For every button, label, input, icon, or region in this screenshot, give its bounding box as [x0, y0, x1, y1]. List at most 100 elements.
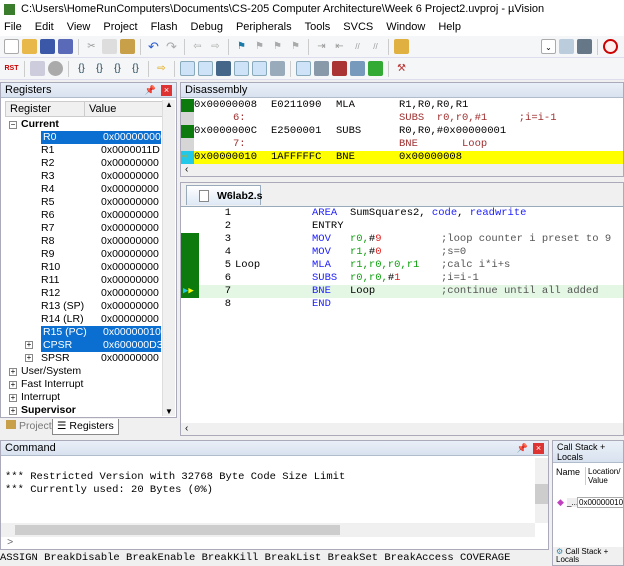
tab-registers[interactable]: ☰ Registers	[52, 419, 119, 435]
coverage-marker[interactable]	[181, 298, 199, 311]
toolbox-icon[interactable]: ⚒	[394, 61, 409, 76]
paste-icon[interactable]	[120, 39, 135, 54]
coverage-marker[interactable]	[181, 272, 199, 285]
memory-window-icon[interactable]	[296, 61, 311, 76]
menu-flash[interactable]: Flash	[151, 21, 178, 33]
register-row[interactable]: R15 (PC) 0x00000010	[41, 326, 161, 339]
register-value[interactable]: 0x00000000	[101, 300, 159, 312]
menu-edit[interactable]: Edit	[35, 21, 54, 33]
target-options-icon[interactable]	[559, 39, 574, 54]
cut-icon[interactable]: ✂	[84, 39, 99, 54]
save-icon[interactable]	[40, 39, 55, 54]
register-group-current[interactable]: − Current	[9, 118, 59, 131]
register-row[interactable]: + SPSR 0x00000000	[25, 352, 159, 365]
target-dropdown[interactable]: ⌄	[541, 39, 556, 54]
register-value[interactable]: 0x00000000	[101, 183, 159, 195]
system-viewer-icon[interactable]	[368, 61, 383, 76]
expand-icon[interactable]: +	[9, 381, 17, 389]
coverage-marker[interactable]	[181, 233, 199, 246]
menu-peripherals[interactable]: Peripherals	[236, 21, 292, 33]
code-line[interactable]: 5 Loop MLA r1,r0,r0,r1 ;calc i*i+s	[181, 259, 623, 272]
code-line[interactable]: 4 MOV r1,#0 ;s=0	[181, 246, 623, 259]
unindent-icon[interactable]: ⇤	[332, 39, 347, 54]
bookmark-next-icon[interactable]: ⚑	[270, 39, 285, 54]
command-window-icon[interactable]	[180, 61, 195, 76]
register-row[interactable]: R3 0x00000000	[41, 170, 159, 183]
gutter-marker[interactable]	[181, 99, 194, 112]
menu-view[interactable]: View	[67, 21, 91, 33]
menu-file[interactable]: File	[4, 21, 22, 33]
register-mode-group[interactable]: + Supervisor	[9, 404, 76, 417]
undo-icon[interactable]: ↶	[146, 39, 161, 54]
register-row[interactable]: R4 0x00000000	[41, 183, 159, 196]
run-icon[interactable]	[30, 61, 45, 76]
show-next-statement-icon[interactable]: ⇨	[154, 61, 169, 76]
code-line[interactable]: 1 AREA SumSquares2, code, readwrite	[181, 207, 623, 220]
trace-window-icon[interactable]	[350, 61, 365, 76]
bookmark-clear-icon[interactable]: ⚑	[288, 39, 303, 54]
register-value[interactable]: 0x00000000	[103, 131, 161, 143]
register-mode-group[interactable]: + Fast Interrupt	[9, 378, 83, 391]
register-value[interactable]: 0x00000000	[101, 352, 159, 364]
gutter-marker[interactable]	[181, 112, 194, 125]
expand-icon[interactable]: +	[9, 368, 17, 376]
registers-scrollbar[interactable]: ▲ ▼	[162, 100, 175, 416]
bookmark-prev-icon[interactable]: ⚑	[252, 39, 267, 54]
code-line[interactable]: 6 SUBS r0,r0,#1 ;i=i-1	[181, 272, 623, 285]
disassembly-instruction-line[interactable]: ⇨ 0x00000010 1AFFFFFC BNE 0x00000008	[181, 151, 623, 164]
manage-components-icon[interactable]	[577, 39, 592, 54]
register-value[interactable]: 0x00000000	[101, 222, 159, 234]
save-all-icon[interactable]	[58, 39, 73, 54]
collapse-icon[interactable]: −	[9, 121, 17, 129]
register-row[interactable]: R8 0x00000000	[41, 235, 159, 248]
register-row[interactable]: R14 (LR) 0x00000000	[41, 313, 159, 326]
find-in-files-icon[interactable]	[394, 39, 409, 54]
register-row[interactable]: R9 0x00000000	[41, 248, 159, 261]
serial-window-icon[interactable]	[314, 61, 329, 76]
register-value[interactable]: 0x00000000	[101, 196, 159, 208]
menu-project[interactable]: Project	[103, 21, 137, 33]
close-icon[interactable]: ×	[533, 443, 544, 454]
nav-forward-icon[interactable]: ⇨	[208, 39, 223, 54]
editor-hscrollbar[interactable]: ‹	[181, 423, 623, 435]
column-register[interactable]: Register	[6, 102, 85, 116]
register-row[interactable]: R12 0x00000000	[41, 287, 159, 300]
symbols-window-icon[interactable]	[216, 61, 231, 76]
gutter-marker[interactable]	[181, 125, 194, 138]
code-line[interactable]: 2 ENTRY	[181, 220, 623, 233]
reset-icon[interactable]: RST	[4, 61, 19, 76]
expand-icon[interactable]: +	[9, 407, 17, 415]
register-row[interactable]: R13 (SP) 0x00000000	[41, 300, 159, 313]
debug-session-icon[interactable]	[603, 39, 618, 54]
new-file-icon[interactable]	[4, 39, 19, 54]
command-vscrollbar[interactable]	[535, 458, 548, 523]
bookmark-icon[interactable]: ⚑	[234, 39, 249, 54]
disassembly-hscrollbar[interactable]: ‹	[181, 164, 623, 176]
step-over-icon[interactable]: {}	[92, 61, 107, 76]
tab-project[interactable]: Project	[2, 419, 56, 435]
tab-w6lab2-s[interactable]: W6lab2.s	[186, 185, 263, 205]
column-location[interactable]: Location/Value	[585, 467, 623, 485]
expand-icon[interactable]: +	[25, 341, 33, 349]
register-value[interactable]: 0x600000D3	[103, 339, 163, 351]
step-out-icon[interactable]: {}	[110, 61, 125, 76]
run-to-cursor-icon[interactable]: {}	[128, 61, 143, 76]
redo-icon[interactable]: ↷	[164, 39, 179, 54]
register-value[interactable]: 0x00000000	[101, 235, 159, 247]
register-value[interactable]: 0x00000000	[101, 248, 159, 260]
tab-call-stack[interactable]: ⚙ Call Stack + Locals	[553, 547, 623, 565]
open-folder-icon[interactable]	[22, 39, 37, 54]
code-line[interactable]: 8 END	[181, 298, 623, 311]
coverage-marker[interactable]	[181, 246, 199, 259]
gutter-marker[interactable]	[181, 138, 194, 151]
register-value[interactable]: 0x00000000	[101, 313, 159, 325]
register-mode-group[interactable]: + User/System	[9, 365, 81, 378]
menu-debug[interactable]: Debug	[191, 21, 223, 33]
code-line[interactable]: 3 MOV r0,#9 ;loop counter i preset to 9	[181, 233, 623, 246]
coverage-marker[interactable]	[181, 207, 199, 220]
disassembly-source-line[interactable]: 7: BNE Loop	[181, 138, 623, 151]
menu-window[interactable]: Window	[386, 21, 425, 33]
register-row[interactable]: + CPSR 0x600000D3	[25, 339, 163, 352]
register-value[interactable]: 0x00000000	[101, 209, 159, 221]
comment-icon[interactable]: //	[350, 39, 365, 54]
